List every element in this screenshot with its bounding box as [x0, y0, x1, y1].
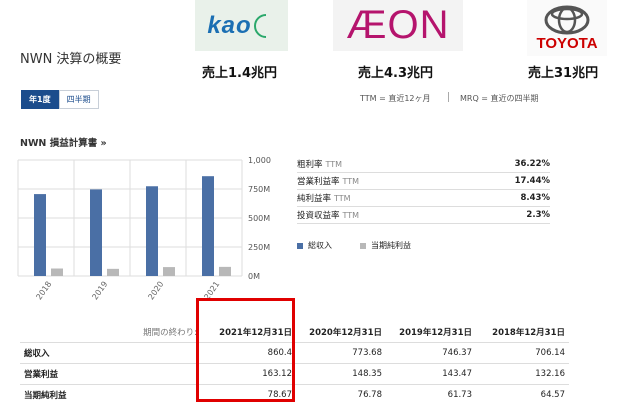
legend-revenue: 総収入 — [297, 240, 332, 251]
aeon-logo-text: ÆON — [346, 3, 450, 47]
y-tick-label: 500M — [248, 214, 270, 223]
ratio-value: 17.44% — [514, 175, 550, 186]
ratio-label: 純利益率 — [297, 193, 332, 204]
y-tick-label: 750M — [248, 185, 270, 194]
net-income-bar — [51, 268, 63, 276]
kao-logo-text: kao — [207, 11, 252, 39]
kao-logo: kao — [195, 0, 288, 51]
aeon-logo: ÆON — [333, 0, 463, 51]
revenue-bar — [34, 194, 46, 276]
table-cell: 148.35 — [352, 369, 382, 379]
row-label: 営業利益 — [24, 370, 59, 380]
column-header: 2018年12月31日 — [492, 328, 565, 338]
period-tabs: 年1度 四半期 — [21, 90, 99, 109]
ratio-value: 8.43% — [520, 192, 551, 203]
table-cell: 132.16 — [535, 369, 565, 379]
tab-annual[interactable]: 年1度 — [21, 90, 59, 109]
table-cell: 143.47 — [442, 369, 472, 379]
table-cell: 64.57 — [540, 390, 565, 400]
ratio-value: 36.22% — [514, 158, 550, 169]
toyota-logo-text: TOYOTA — [536, 34, 598, 52]
y-tick-label: 0M — [248, 272, 260, 281]
mrq-note: MRQ = 直近の四半期 — [460, 94, 539, 103]
column-header: 2020年12月31日 — [309, 328, 382, 338]
revenue-bar — [90, 189, 102, 276]
x-tick-label: 2019 — [90, 280, 109, 302]
ratio-label: 営業利益率 — [297, 176, 340, 187]
ratio-row-roi: 投資収益率 TTM 2.3% — [297, 206, 550, 224]
row-label: 総収入 — [24, 349, 50, 359]
tab-quarterly[interactable]: 四半期 — [58, 90, 99, 109]
period-label: 期間の終わり: — [143, 328, 197, 338]
row-label: 当期純利益 — [24, 391, 67, 401]
x-tick-label: 2018 — [34, 280, 53, 302]
ratio-row-net: 純利益率 TTM 8.43% — [297, 189, 550, 207]
divider — [448, 92, 449, 102]
highlight-box — [196, 298, 295, 402]
moon-face-icon — [253, 13, 266, 38]
ttm-tag: TTM — [334, 193, 351, 203]
ttm-note: TTM = 直近12ヶ月 — [360, 94, 431, 103]
toyota-sales-note: 売上31兆円 — [528, 66, 599, 81]
table-cell: 773.68 — [352, 348, 382, 358]
ttm-tag: TTM — [325, 159, 343, 169]
table-cell: 746.37 — [442, 348, 472, 358]
ratio-row-gross: 粗利率 TTM 36.22% — [297, 155, 550, 173]
column-header: 2019年12月31日 — [399, 328, 472, 338]
ratio-value: 2.3% — [526, 209, 550, 220]
x-tick-label: 2020 — [146, 280, 165, 302]
kao-sales-note: 売上1.4兆円 — [202, 66, 278, 81]
revenue-bar — [146, 186, 158, 276]
y-tick-label: 1,000 — [248, 156, 271, 165]
net-income-bar — [163, 267, 175, 276]
table-cell: 706.14 — [535, 348, 565, 358]
legend-label: 当期純利益 — [371, 241, 411, 250]
legend-label: 総収入 — [308, 241, 332, 250]
aeon-sales-note: 売上4.3兆円 — [358, 66, 434, 81]
net-income-bar — [219, 266, 231, 276]
legend-swatch — [360, 242, 366, 249]
income-statement-link[interactable]: NWN 損益計算書 » — [20, 135, 107, 149]
page-title: NWN 決算の概要 — [20, 52, 122, 67]
toyota-emblem-icon — [544, 5, 590, 34]
revenue-bar — [202, 176, 214, 276]
ratio-label: 粗利率 — [297, 159, 323, 170]
legend-net-income: 当期純利益 — [360, 240, 411, 251]
table-cell: 76.78 — [357, 390, 382, 400]
toyota-logo: TOYOTA — [527, 0, 607, 56]
legend-swatch — [297, 242, 303, 249]
net-income-bar — [107, 268, 119, 276]
ratio-label: 投資収益率 — [297, 210, 340, 221]
ttm-tag: TTM — [342, 176, 360, 186]
y-tick-label: 250M — [248, 243, 270, 252]
ttm-tag: TTM — [342, 210, 360, 220]
income-chart: 1,000750M500M250M0M2018 2019 2020 2021 — [17, 156, 271, 302]
table-cell: 61.73 — [447, 390, 472, 400]
ratio-row-operating: 営業利益率 TTM 17.44% — [297, 172, 550, 190]
